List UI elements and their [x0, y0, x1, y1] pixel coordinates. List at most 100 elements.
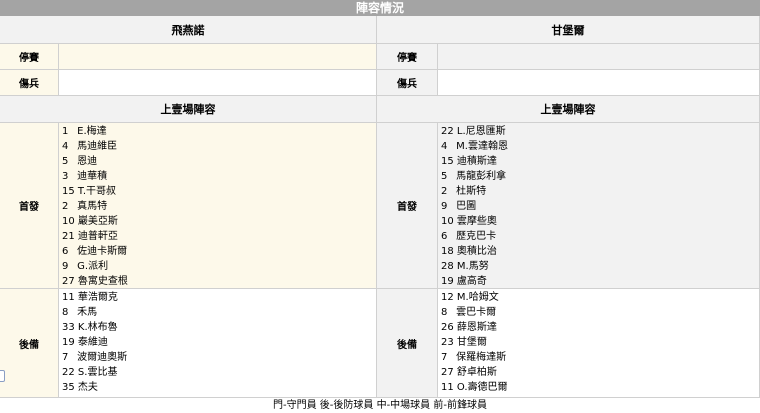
player-name: S.雲比基: [74, 367, 118, 378]
player-name: 泰維迪: [74, 337, 108, 348]
player-item: 8 雲巴卡爾: [441, 305, 759, 320]
edge-checkbox-widget[interactable]: [0, 370, 5, 382]
player-name: 迪普軒亞: [74, 231, 118, 242]
suspended-row: 停賽 停賽: [0, 44, 760, 70]
player-number: 22: [441, 126, 454, 137]
player-item: 11 O.壽德巴爾: [441, 380, 759, 395]
player-name: 雲摩些奧: [453, 216, 497, 227]
player-number: 7: [441, 352, 448, 363]
home-subs-list-cell: 11 華浩爾克 8 禾馬 33 K.林布魯 19 泰維迪 7 波爾迪奧斯 22 S.雲比基…: [59, 289, 377, 398]
player-item: 11 華浩爾克: [62, 290, 376, 305]
player-number: 21: [62, 231, 75, 242]
away-last-lineup-heading: 上壹場陣容: [377, 96, 760, 123]
player-item: 23 甘堡爾: [441, 335, 759, 350]
team-header-row: 飛燕諾 甘堡爾: [0, 16, 760, 44]
home-suspended-value: [59, 44, 377, 70]
player-item: 26 薛恩斯達: [441, 320, 759, 335]
player-item: 3 迪華積: [62, 169, 376, 184]
away-suspended-value: [438, 44, 760, 70]
player-number: 7: [62, 352, 69, 363]
player-number: 4: [62, 141, 69, 152]
player-name: 薛恩斯達: [453, 322, 497, 333]
player-name: 魯寓史查根: [74, 276, 128, 287]
lineup-title: 陣容情況: [0, 0, 760, 16]
player-name: 迪華積: [74, 171, 108, 182]
player-number: 23: [441, 337, 454, 348]
player-item: 4 馬迪維臣: [62, 139, 376, 154]
away-starters-list: 22 L.尼恩匯斯 4 M.雲達翰恩 15 迪積斯達 5 馬龍彭利拿 2 杜斯特 9 巴圖…: [438, 123, 759, 289]
home-suspended-label: 停賽: [0, 44, 59, 70]
player-number: 8: [62, 307, 69, 318]
player-number: 5: [62, 156, 69, 167]
player-name: M.哈姆文: [453, 292, 499, 303]
player-number: 26: [441, 322, 454, 333]
player-name: 奧積比治: [453, 246, 497, 257]
player-item: 9 G.派利: [62, 259, 376, 274]
player-item: 4 M.雲達翰恩: [441, 139, 759, 154]
player-number: 4: [441, 141, 448, 152]
player-item: 8 禾馬: [62, 305, 376, 320]
player-item: 10 巖美亞斯: [62, 214, 376, 229]
player-item: 19 泰維迪: [62, 335, 376, 350]
player-item: 7 波爾迪奧斯: [62, 350, 376, 365]
player-name: 巴圖: [453, 201, 477, 212]
away-subs-list: 12 M.哈姆文 8 雲巴卡爾 26 薛恩斯達 23 甘堡爾 7 保羅梅達斯 27 舒卓柏…: [438, 289, 759, 395]
player-number: 15: [441, 156, 454, 167]
player-number: 27: [62, 276, 75, 287]
player-name: E.梅達: [74, 126, 107, 137]
player-name: 恩迪: [74, 156, 98, 167]
player-item: 19 盧高奇: [441, 274, 759, 289]
player-name: 保羅梅達斯: [453, 352, 507, 363]
player-name: 歷克巴卡: [453, 231, 497, 242]
player-name: 禾馬: [74, 307, 98, 318]
player-number: 22: [62, 367, 75, 378]
player-item: 9 巴圖: [441, 199, 759, 214]
player-number: 3: [62, 171, 69, 182]
player-number: 27: [441, 367, 454, 378]
player-name: M.雲達翰恩: [453, 141, 508, 152]
away-subs-label: 後備: [377, 289, 438, 398]
player-number: 33: [62, 322, 75, 333]
home-starters-list: 1 E.梅達 4 馬迪維臣 5 恩迪 3 迪華積 15 T.干哥叔 2 真馬特 10 巖美亞…: [59, 123, 376, 289]
player-item: 12 M.哈姆文: [441, 290, 759, 305]
player-number: 6: [441, 231, 448, 242]
away-starters-list-cell: 22 L.尼恩匯斯 4 M.雲達翰恩 15 迪積斯達 5 馬龍彭利拿 2 杜斯特 9 巴圖…: [438, 123, 760, 289]
player-item: 2 杜斯特: [441, 184, 759, 199]
player-item: 7 保羅梅達斯: [441, 350, 759, 365]
home-subs-list: 11 華浩爾克 8 禾馬 33 K.林布魯 19 泰維迪 7 波爾迪奧斯 22 S.雲比基…: [59, 289, 376, 395]
player-number: 2: [62, 201, 69, 212]
player-number: 6: [62, 246, 69, 257]
player-number: 10: [62, 216, 75, 227]
home-injured-label: 傷兵: [0, 70, 59, 96]
player-number: 1: [62, 126, 69, 137]
player-number: 12: [441, 292, 454, 303]
player-item: 28 M.馬努: [441, 259, 759, 274]
player-item: 15 迪積斯達: [441, 154, 759, 169]
starters-row: 首發 1 E.梅達 4 馬迪維臣 5 恩迪 3 迪華積 15 T.干哥叔 2 真馬特 10 …: [0, 123, 760, 289]
home-last-lineup-heading: 上壹場陣容: [0, 96, 377, 123]
injured-row: 傷兵 傷兵: [0, 70, 760, 96]
player-name: M.馬努: [453, 261, 489, 272]
player-number: 15: [62, 186, 75, 197]
player-name: 舒卓柏斯: [453, 367, 497, 378]
home-starters-list-cell: 1 E.梅達 4 馬迪維臣 5 恩迪 3 迪華積 15 T.干哥叔 2 真馬特 10 巖美亞…: [59, 123, 377, 289]
home-subs-label: 後備: [0, 289, 59, 398]
player-item: 6 歷克巴卡: [441, 229, 759, 244]
player-name: 杜斯特: [453, 186, 487, 197]
player-number: 9: [441, 201, 448, 212]
player-item: 22 S.雲比基: [62, 365, 376, 380]
player-item: 1 E.梅達: [62, 124, 376, 139]
player-name: 華浩爾克: [74, 292, 118, 303]
player-item: 27 魯寓史查根: [62, 274, 376, 289]
player-name: T.干哥叔: [74, 186, 117, 197]
player-item: 33 K.林布魯: [62, 320, 376, 335]
subs-row: 後備 11 華浩爾克 8 禾馬 33 K.林布魯 19 泰維迪 7 波爾迪奧斯 22 S.…: [0, 289, 760, 398]
player-item: 2 真馬特: [62, 199, 376, 214]
player-name: G.派利: [74, 261, 109, 272]
player-number: 9: [62, 261, 69, 272]
player-name: O.壽德巴爾: [453, 382, 508, 393]
home-team-name: 飛燕諾: [0, 16, 377, 44]
last-lineup-row: 上壹場陣容 上壹場陣容: [0, 96, 760, 123]
home-starters-label: 首發: [0, 123, 59, 289]
player-number: 8: [441, 307, 448, 318]
